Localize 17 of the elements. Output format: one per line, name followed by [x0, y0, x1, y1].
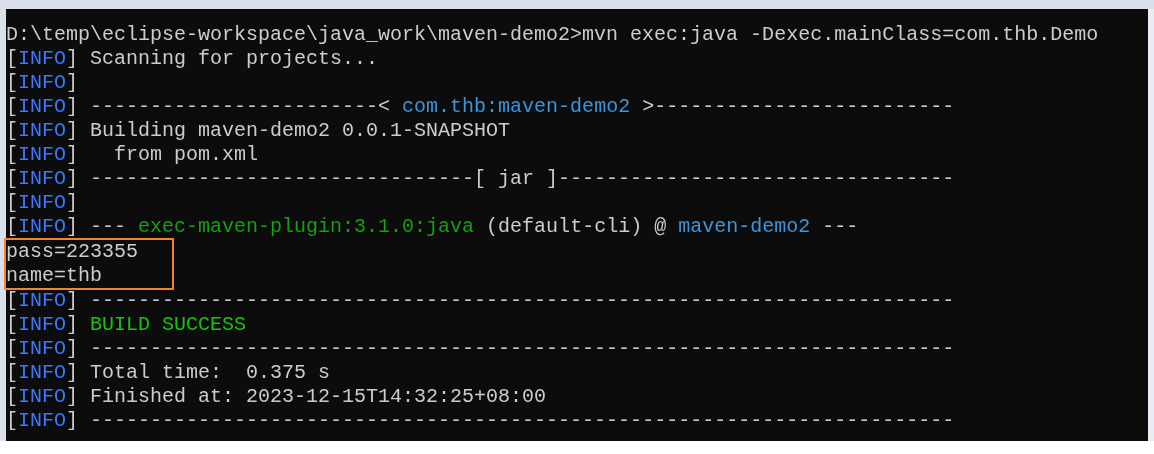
console-line: [INFO] ------------------------< com.thb:maven-demo2 >------------------------- [6, 95, 955, 119]
console-line: pass=223355 [6, 240, 139, 264]
console-line: name=thb [6, 264, 102, 288]
console-line: [INFO] [6, 71, 79, 95]
console-line: [INFO] BUILD SUCCESS [6, 313, 247, 337]
console-line: [INFO] Scanning for projects... [6, 47, 379, 71]
console-line: [INFO] [6, 191, 79, 215]
console-line: D:\temp\eclipse-workspace\java_work\maven-demo2>mvn exec:java -Dexec.mainClass=com.thb.Demo [6, 23, 1099, 47]
console-line: [INFO] --------------------------------[ jar ]--------------------------------- [6, 167, 955, 191]
console-line: [INFO] from pom.xml [6, 143, 259, 167]
console-line: [INFO] ------------------------------------------------------------------------ [6, 409, 955, 433]
console-line: [INFO] Building maven-demo2 0.0.1-SNAPSHOT [6, 119, 511, 143]
console-line: [INFO] --- exec-maven-plugin:3.1.0:java (default-cli) @ maven-demo2 --- [6, 215, 859, 239]
console-line: [INFO] ------------------------------------------------------------------------ [6, 289, 955, 313]
console-line: [INFO] ------------------------------------------------------------------------ [6, 337, 955, 361]
console-line: [INFO] Total time: 0.375 s [6, 361, 331, 385]
console-line: [INFO] Finished at: 2023-12-15T14:32:25+08:00 [6, 385, 547, 409]
